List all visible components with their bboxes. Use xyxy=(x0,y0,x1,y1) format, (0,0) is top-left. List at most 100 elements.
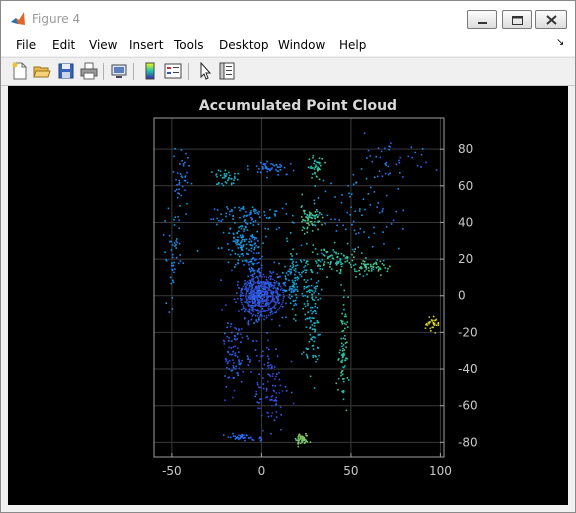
point-cloud-point xyxy=(306,296,309,298)
point-cloud-point xyxy=(361,267,363,269)
point-cloud-point xyxy=(239,363,241,366)
maximize-button[interactable] xyxy=(502,10,532,29)
point-cloud-point xyxy=(176,196,179,199)
menu-window[interactable]: Window xyxy=(278,38,325,52)
menu-view[interactable]: View xyxy=(89,38,117,52)
point-cloud-point xyxy=(424,327,427,330)
point-cloud-point xyxy=(371,245,374,248)
point-cloud-point xyxy=(182,163,185,165)
point-cloud-point xyxy=(255,289,258,291)
point-cloud-point xyxy=(342,347,344,350)
point-cloud-point xyxy=(223,340,226,343)
menu-help[interactable]: Help xyxy=(339,38,366,52)
point-cloud-point xyxy=(239,435,242,437)
point-cloud-point xyxy=(231,369,234,372)
point-cloud-point xyxy=(342,391,345,393)
point-cloud-point xyxy=(269,399,271,401)
point-cloud-point xyxy=(279,294,281,296)
point-cloud-point xyxy=(252,305,255,307)
point-cloud-point xyxy=(227,178,230,180)
point-cloud-point xyxy=(268,305,270,307)
dock-arrow-icon[interactable]: ↘ xyxy=(556,37,564,48)
point-cloud-point xyxy=(226,206,228,208)
minimize-icon xyxy=(478,22,487,24)
point-cloud-point xyxy=(416,164,419,167)
point-cloud-point xyxy=(252,236,255,238)
point-cloud-point xyxy=(243,214,246,217)
point-cloud-plot[interactable]: Accumulated Point Cloud -50 0 50 100 80 60 40… xyxy=(8,86,568,505)
point-cloud-point xyxy=(246,283,249,286)
point-cloud-point xyxy=(297,442,299,444)
open-file-icon[interactable] xyxy=(33,62,51,80)
point-cloud-point xyxy=(343,365,346,367)
insert-legend-icon[interactable] xyxy=(164,62,182,80)
point-cloud-point xyxy=(289,302,292,305)
point-cloud-point xyxy=(342,380,345,383)
y-tick-label: -60 xyxy=(458,399,478,413)
save-icon[interactable] xyxy=(57,62,75,80)
point-cloud-point xyxy=(171,256,174,259)
point-cloud-point xyxy=(313,299,316,302)
insert-colorbar-icon[interactable] xyxy=(141,62,159,80)
close-button[interactable] xyxy=(535,10,567,29)
point-cloud-point xyxy=(247,358,249,360)
point-cloud-point xyxy=(242,294,244,297)
point-cloud-point xyxy=(304,318,307,321)
point-cloud-point xyxy=(259,313,262,316)
point-cloud-point xyxy=(238,351,240,353)
point-cloud-point xyxy=(249,280,252,282)
edit-plot-arrow-icon[interactable] xyxy=(196,62,214,80)
point-cloud-point xyxy=(253,208,255,211)
point-cloud-point xyxy=(291,214,294,217)
point-cloud-point xyxy=(342,337,345,340)
point-cloud-point xyxy=(241,336,244,339)
menu-insert[interactable]: Insert xyxy=(129,38,163,52)
point-cloud-point xyxy=(291,295,293,298)
point-cloud-point xyxy=(221,218,224,221)
menu-file[interactable]: File xyxy=(16,38,36,52)
point-cloud-point xyxy=(245,282,247,284)
point-cloud-point xyxy=(233,338,236,340)
point-cloud-point xyxy=(346,357,348,360)
point-cloud-point xyxy=(311,312,313,315)
menu-desktop[interactable]: Desktop xyxy=(219,38,269,52)
point-cloud-point xyxy=(373,176,376,179)
point-cloud-point xyxy=(363,270,366,272)
link-plot-icon[interactable] xyxy=(110,62,128,80)
point-cloud-point xyxy=(233,237,235,240)
property-inspector-icon[interactable] xyxy=(218,62,236,80)
point-cloud-point xyxy=(281,289,284,292)
point-cloud-point xyxy=(276,291,279,293)
x-tick-label: 0 xyxy=(258,464,266,478)
point-cloud-point xyxy=(305,440,307,443)
point-cloud-point xyxy=(428,316,431,318)
print-icon[interactable] xyxy=(80,62,98,80)
point-cloud-point xyxy=(294,268,297,270)
point-cloud-point xyxy=(301,353,303,355)
point-cloud-point xyxy=(291,255,293,257)
menu-edit[interactable]: Edit xyxy=(52,38,75,52)
title-bar[interactable]: Figure 4 xyxy=(1,1,575,34)
point-cloud-point xyxy=(241,225,244,228)
point-cloud-point xyxy=(224,375,226,377)
point-cloud-point xyxy=(249,291,252,293)
point-cloud-point xyxy=(290,391,293,394)
point-cloud-point xyxy=(183,179,186,182)
point-cloud-point xyxy=(302,351,305,354)
point-cloud-point xyxy=(285,203,288,205)
point-cloud-point xyxy=(261,294,264,297)
point-cloud-point xyxy=(341,323,344,325)
point-cloud-point xyxy=(269,271,272,274)
point-cloud-point xyxy=(173,218,175,221)
point-cloud-point xyxy=(346,377,349,379)
point-cloud-point xyxy=(253,298,256,301)
minimize-button[interactable] xyxy=(467,10,497,29)
menu-tools[interactable]: Tools xyxy=(174,38,204,52)
point-cloud-point xyxy=(269,208,271,211)
new-figure-icon[interactable] xyxy=(11,62,29,80)
point-cloud-point xyxy=(312,154,315,157)
point-cloud-point xyxy=(359,273,361,276)
point-cloud-point xyxy=(343,378,345,380)
point-cloud-point xyxy=(250,247,253,250)
point-cloud-point xyxy=(349,195,351,198)
